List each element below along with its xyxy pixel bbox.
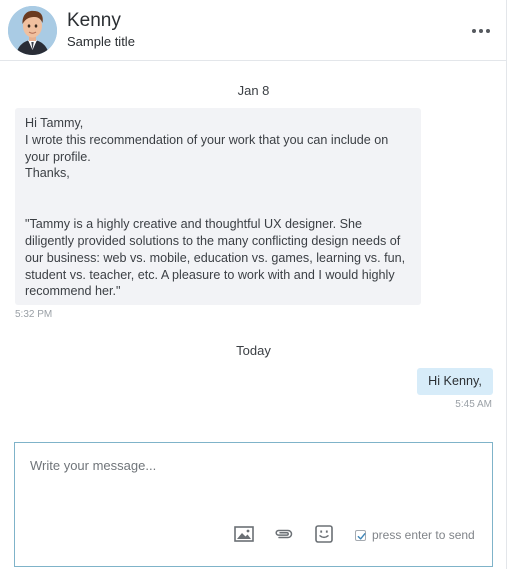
message-line: Hi Tammy, bbox=[25, 116, 84, 130]
image-icon bbox=[234, 526, 254, 542]
contact-subtitle: Sample title bbox=[67, 34, 135, 49]
emoji-button[interactable] bbox=[313, 525, 335, 543]
more-horizontal-icon-dot bbox=[486, 29, 490, 33]
more-horizontal-icon-dot bbox=[479, 29, 483, 33]
press-enter-toggle[interactable]: press enter to send bbox=[355, 528, 475, 542]
incoming-message-bubble: Hi Tammy, I wrote this recommendation of… bbox=[15, 108, 421, 305]
chat-header: Kenny Sample title bbox=[0, 0, 506, 61]
message-line: Thanks, bbox=[25, 166, 70, 181]
outgoing-message-time: 5:45 AM bbox=[455, 399, 492, 410]
message-composer: press enter to send bbox=[14, 442, 493, 567]
emoji-icon bbox=[315, 525, 333, 543]
avatar[interactable] bbox=[8, 6, 57, 55]
outgoing-message-bubble: Hi Kenny, bbox=[417, 368, 493, 395]
more-horizontal-icon-dot bbox=[472, 29, 476, 33]
date-separator: Today bbox=[236, 343, 271, 358]
press-enter-checkbox[interactable] bbox=[355, 529, 366, 541]
contact-name: Kenny bbox=[67, 10, 121, 31]
message-line: I wrote this recommendation of your work… bbox=[25, 132, 389, 164]
more-options-button[interactable] bbox=[466, 22, 496, 40]
incoming-message-time: 5:32 PM bbox=[15, 309, 53, 320]
message-line: "Tammy is a highly creative and thoughtf… bbox=[25, 217, 406, 299]
avatar-image bbox=[8, 6, 57, 55]
check-icon bbox=[357, 532, 366, 540]
message-input[interactable] bbox=[30, 458, 470, 518]
chat-window: Kenny Sample title Jan 8 Hi Tammy, I wro… bbox=[0, 0, 507, 569]
press-enter-label: press enter to send bbox=[372, 528, 475, 542]
date-separator: Jan 8 bbox=[237, 83, 270, 98]
attachment-icon bbox=[275, 529, 293, 539]
attach-button[interactable] bbox=[273, 525, 295, 543]
image-button[interactable] bbox=[233, 525, 255, 543]
